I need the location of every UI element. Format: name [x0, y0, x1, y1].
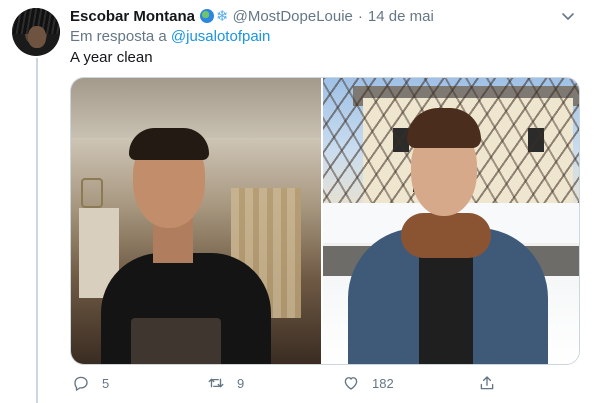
- reply-icon: [74, 376, 88, 391]
- reply-context: Em resposta a @jusalotofpain: [70, 28, 270, 45]
- tweet-actions: 5 9 182: [70, 372, 500, 394]
- reply-prefix: Em resposta a: [70, 28, 167, 45]
- retweet-icon: [208, 378, 224, 388]
- like-button[interactable]: 182: [342, 372, 394, 394]
- heart-icon: [344, 377, 358, 390]
- avatar[interactable]: [12, 8, 60, 56]
- like-count: 182: [372, 375, 394, 391]
- tweet-date[interactable]: 14 de mai: [368, 8, 434, 25]
- thread-line: [36, 58, 38, 403]
- handle[interactable]: @MostDopeLouie: [233, 8, 353, 25]
- media-container: [70, 77, 580, 365]
- display-name[interactable]: Escobar Montana: [70, 8, 195, 25]
- chevron-down-icon[interactable]: [560, 8, 576, 24]
- photo-before[interactable]: [71, 78, 324, 364]
- retweet-count: 9: [237, 375, 245, 391]
- share-button[interactable]: [478, 372, 496, 394]
- snowflake-icon: ❄: [216, 7, 229, 25]
- globe-icon: [200, 9, 215, 23]
- retweet-button[interactable]: 9: [207, 372, 244, 394]
- reply-count: 5: [102, 375, 110, 391]
- reply-mention-link[interactable]: @jusalotofpain: [171, 28, 270, 45]
- separator-dot: ·: [357, 7, 363, 25]
- reply-button[interactable]: 5: [72, 372, 109, 394]
- share-icon: [480, 376, 494, 390]
- tweet-text: A year clean: [70, 49, 153, 66]
- photo-after[interactable]: [323, 78, 579, 364]
- tweet-header: Escobar Montana ❄ @MostDopeLouie · 14 de…: [70, 6, 576, 26]
